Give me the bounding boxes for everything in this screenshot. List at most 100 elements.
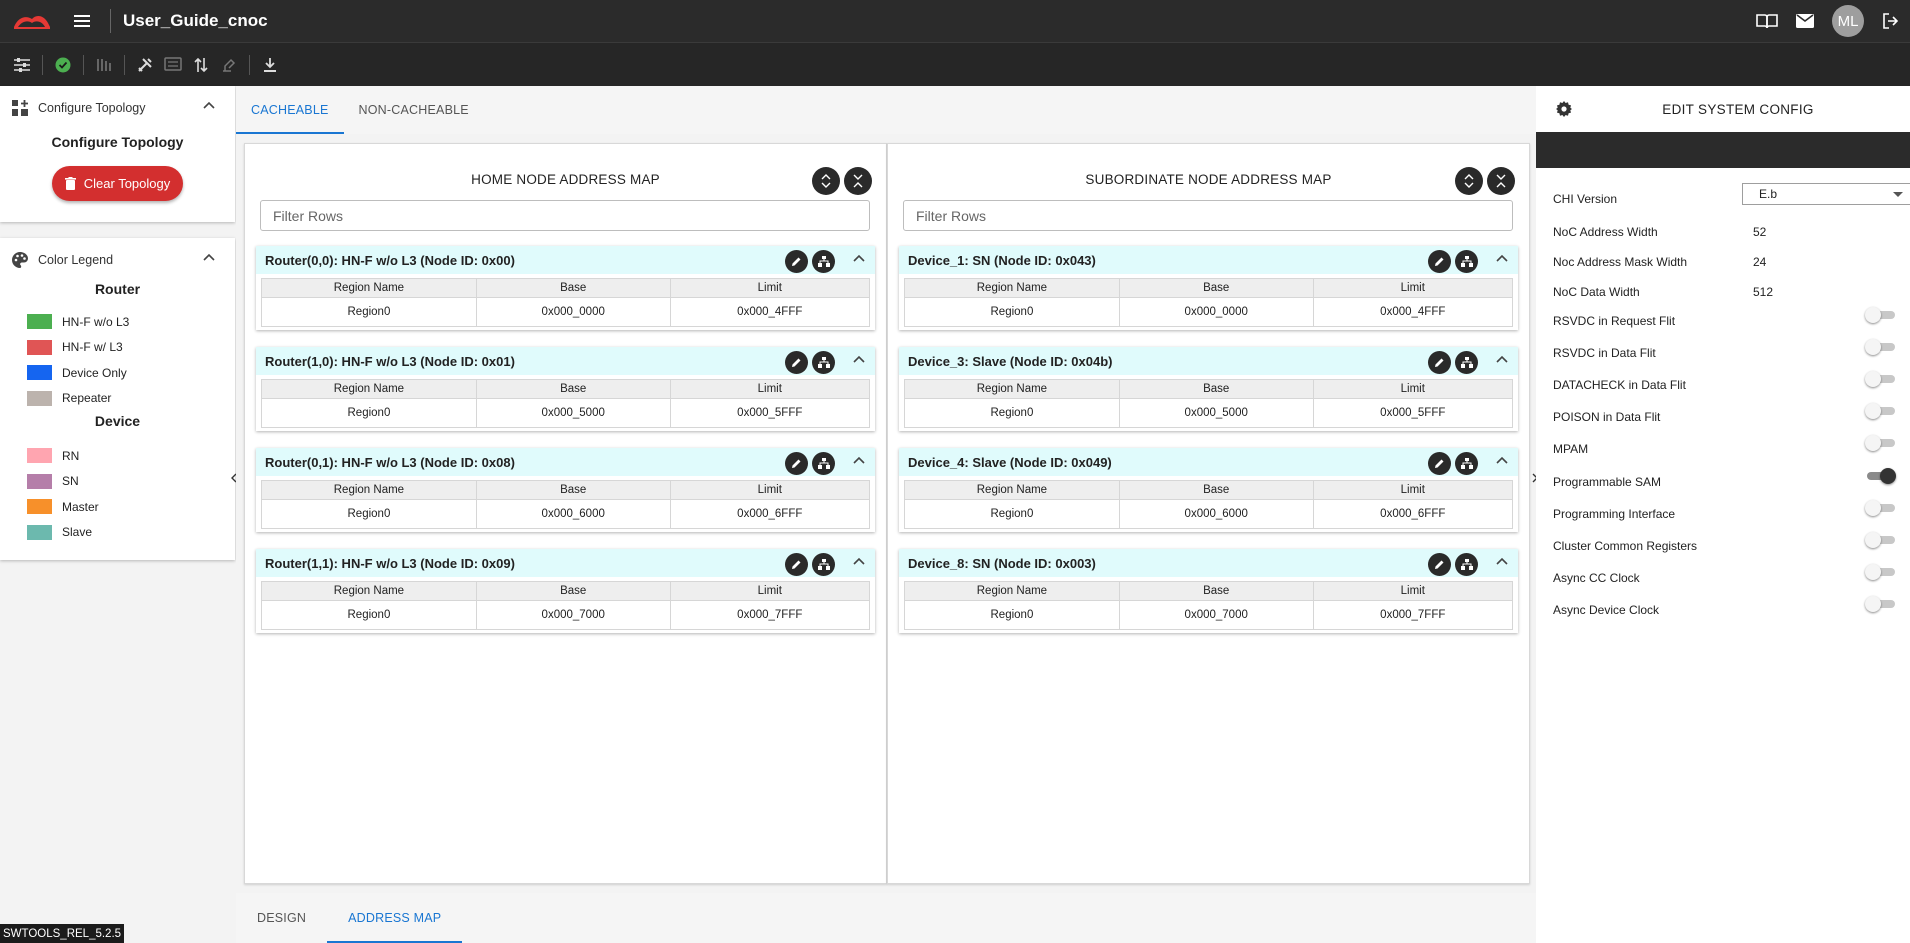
tab-design[interactable]: DESIGN (236, 893, 327, 943)
table-row[interactable]: Region0 0x000_0000 0x000_4FFF (261, 297, 871, 327)
table-row[interactable]: Region0 0x000_7000 0x000_7FFF (261, 600, 871, 630)
config-label: Programmable SAM (1553, 474, 1662, 489)
user-guide-book-icon[interactable] (1756, 13, 1778, 29)
chevron-up-icon[interactable] (1496, 254, 1508, 262)
validate-check-icon[interactable] (49, 51, 77, 79)
mail-icon[interactable] (1796, 14, 1814, 28)
chevron-up-icon[interactable] (853, 355, 865, 363)
node-card-header[interactable]: Device_1: SN (Node ID: 0x043) (899, 246, 1518, 274)
node-card-header[interactable]: Router(0,0): HN-F w/o L3 (Node ID: 0x00) (256, 246, 875, 274)
legend-label: SN (62, 474, 79, 489)
chi-version-select[interactable]: E.b (1742, 183, 1910, 205)
chevron-up-icon[interactable] (853, 254, 865, 262)
table-row[interactable]: Region0 0x000_6000 0x000_6FFF (904, 499, 1514, 529)
register-list-icon[interactable] (159, 51, 187, 79)
configure-topology-header[interactable]: Configure Topology (0, 86, 235, 130)
config-toggle[interactable] (1865, 307, 1895, 323)
node-title: Router(1,0): HN-F w/o L3 (Node ID: 0x01) (265, 353, 515, 369)
node-hierarchy-button[interactable] (812, 351, 835, 374)
edit-node-button[interactable] (1428, 351, 1451, 374)
edit-node-button[interactable] (785, 553, 808, 576)
hierarchy-icon (1460, 256, 1473, 267)
clear-topology-button[interactable]: Clear Topology (52, 166, 183, 201)
expand-all-button[interactable] (812, 167, 840, 195)
legend-label: Slave (62, 525, 93, 540)
chevron-up-icon[interactable] (853, 456, 865, 464)
node-card-header[interactable]: Device_8: SN (Node ID: 0x003) (899, 549, 1518, 577)
config-toggle[interactable] (1865, 339, 1895, 356)
chevron-up-icon[interactable] (1496, 557, 1508, 565)
table-row[interactable]: Region0 0x000_5000 0x000_5FFF (261, 398, 871, 428)
node-hierarchy-button[interactable] (1455, 553, 1478, 576)
node-card-header[interactable]: Router(1,0): HN-F w/o L3 (Node ID: 0x01) (256, 347, 875, 375)
cell-region: Region0 (904, 398, 1120, 428)
collapse-all-button[interactable] (1487, 167, 1515, 195)
edit-node-button[interactable] (785, 351, 808, 374)
tab-address-map[interactable]: ADDRESS MAP (327, 893, 463, 943)
table-row[interactable]: Region0 0x000_7000 0x000_7FFF (904, 600, 1514, 630)
color-legend-header[interactable]: Color Legend (0, 238, 235, 282)
edit-node-button[interactable] (785, 250, 808, 273)
table-row[interactable]: Region0 0x000_5000 0x000_5FFF (904, 398, 1514, 428)
edit-node-button[interactable] (1428, 250, 1451, 273)
edit-node-button[interactable] (1428, 452, 1451, 475)
config-toggle[interactable] (1865, 499, 1895, 516)
edit-node-button[interactable] (1428, 553, 1451, 576)
table-row[interactable]: Region0 0x000_0000 0x000_4FFF (904, 297, 1514, 327)
tab-cacheable[interactable]: CACHEABLE (236, 86, 344, 134)
node-title: Device_8: SN (Node ID: 0x003) (908, 555, 1096, 571)
column-header: Limit (1312, 581, 1514, 601)
node-hierarchy-button[interactable] (1455, 250, 1478, 273)
tab-non-cacheable[interactable]: NON-CACHEABLE (344, 86, 484, 134)
home-filter-input[interactable] (260, 200, 870, 231)
sort-bars-icon[interactable] (90, 51, 118, 79)
chevron-up-icon[interactable] (203, 101, 215, 109)
node-hierarchy-button[interactable] (1455, 351, 1478, 374)
config-toggle[interactable] (1865, 563, 1895, 580)
table-row[interactable]: Region0 0x000_6000 0x000_6FFF (261, 499, 871, 529)
config-row-chi-version: CHI Version E.b (1553, 183, 1910, 206)
node-hierarchy-button[interactable] (812, 452, 835, 475)
node-card-header[interactable]: Device_3: Slave (Node ID: 0x04b) (899, 347, 1518, 375)
menu-icon[interactable] (74, 15, 90, 27)
config-toggle[interactable] (1865, 467, 1896, 484)
node-hierarchy-button[interactable] (812, 250, 835, 273)
config-label: RSVDC in Request Flit (1553, 314, 1676, 328)
config-toggle[interactable] (1865, 595, 1895, 612)
chevron-up-icon[interactable] (1496, 355, 1508, 363)
subordinate-filter-input[interactable] (903, 200, 1513, 231)
settings-sliders-icon[interactable] (8, 51, 36, 79)
version-label: SWTOOLS_REL_5.2.5 (0, 924, 125, 943)
download-icon[interactable] (256, 51, 284, 79)
collapse-all-button[interactable] (844, 167, 872, 195)
hierarchy-icon (817, 256, 830, 267)
node-card-header[interactable]: Device_4: Slave (Node ID: 0x049) (899, 448, 1518, 476)
chevron-up-icon[interactable] (853, 557, 865, 565)
config-toggle[interactable] (1865, 403, 1895, 420)
chevron-up-icon[interactable] (203, 253, 215, 261)
node-hierarchy-button[interactable] (1455, 452, 1478, 475)
config-toggle[interactable] (1865, 531, 1895, 548)
probe-icon[interactable] (215, 51, 243, 79)
column-header: Limit (669, 581, 871, 601)
chevron-up-icon[interactable] (1496, 456, 1508, 464)
app-logo-icon[interactable] (12, 11, 52, 31)
unfold-less-icon (1496, 174, 1506, 188)
swap-arrows-icon[interactable] (187, 51, 215, 79)
edit-node-button[interactable] (785, 452, 808, 475)
expand-all-button[interactable] (1455, 167, 1483, 195)
node-card-header[interactable]: Router(1,1): HN-F w/o L3 (Node ID: 0x09) (256, 549, 875, 577)
column-header: Region Name (904, 480, 1120, 500)
config-toggle[interactable] (1865, 371, 1895, 388)
cache-tabs: CACHEABLE NON-CACHEABLE (236, 86, 1536, 134)
config-toggle[interactable] (1865, 435, 1895, 452)
node-hierarchy-button[interactable] (812, 553, 835, 576)
legend-label: HN-F w/o L3 (62, 314, 130, 329)
legend-item: Device Only (0, 360, 235, 386)
node-card-header[interactable]: Router(0,1): HN-F w/o L3 (Node ID: 0x08) (256, 448, 875, 476)
logout-icon[interactable] (1882, 13, 1898, 29)
config-row: RSVDC in Data Flit (1553, 339, 1895, 360)
home-node-address-map: HOME NODE ADDRESS MAP Router(0,0): HN-F … (244, 143, 887, 884)
user-avatar[interactable]: ML (1832, 5, 1864, 37)
tools-icon[interactable] (131, 51, 159, 79)
